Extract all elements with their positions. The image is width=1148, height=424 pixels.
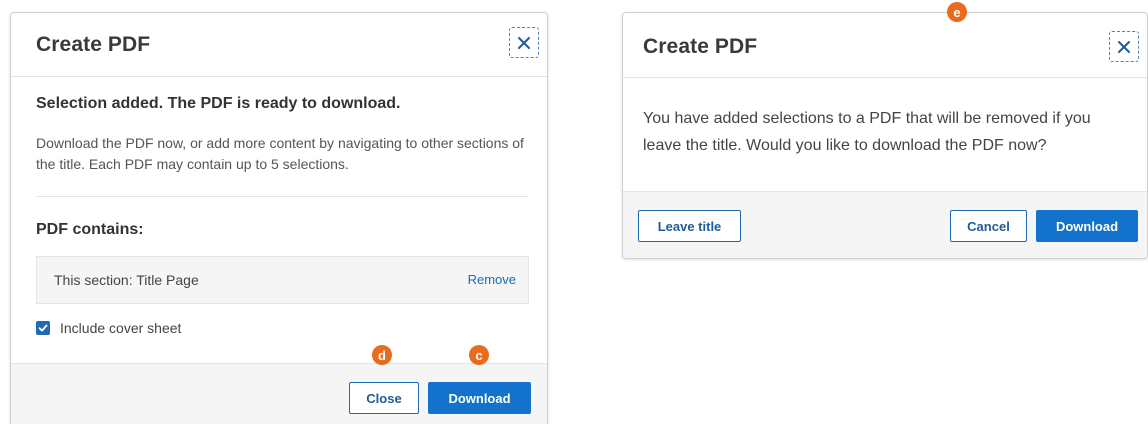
close-button[interactable]: Close: [349, 382, 419, 414]
dialog-title: Create PDF: [36, 33, 151, 56]
close-x-icon: [518, 36, 530, 49]
close-x-icon: [1118, 40, 1130, 53]
download-button[interactable]: Download: [428, 382, 531, 414]
close-dialog-button[interactable]: [509, 27, 539, 58]
leave-warning-message: You have added selections to a PDF that …: [643, 110, 1091, 154]
download-button[interactable]: Download: [1036, 210, 1138, 242]
close-dialog-button[interactable]: [1109, 31, 1139, 62]
dialog-footer: Leave title Cancel Download: [623, 191, 1147, 258]
cover-sheet-option[interactable]: Include cover sheet: [36, 318, 181, 338]
pdf-contains-heading: PDF contains:: [36, 221, 144, 238]
selection-item: This section: Title Page Remove: [36, 256, 529, 304]
dialog-header: Create PDF: [623, 13, 1147, 78]
status-heading: Selection added. The PDF is ready to dow…: [36, 95, 401, 112]
dialog-title: Create PDF: [643, 35, 758, 58]
dialog-footer: Close Download: [11, 363, 547, 424]
create-pdf-dialog: Create PDF Selection added. The PDF is r…: [10, 12, 548, 424]
annotation-marker-c: c: [469, 345, 489, 365]
divider: [36, 196, 529, 197]
dialog-header: Create PDF: [11, 13, 547, 77]
cancel-button[interactable]: Cancel: [950, 210, 1027, 242]
annotation-marker-d: d: [372, 345, 392, 365]
selection-label: This section: Title Page: [54, 272, 199, 288]
remove-selection-link[interactable]: Remove: [468, 272, 516, 287]
cover-sheet-checkbox[interactable]: [36, 321, 50, 335]
annotation-marker-e: e: [947, 2, 967, 22]
dialog-description: Download the PDF now, or add more conten…: [36, 135, 524, 172]
leave-title-dialog: Create PDF You have added selections to …: [622, 12, 1148, 259]
checkmark-icon: [38, 324, 48, 332]
cover-sheet-label: Include cover sheet: [60, 320, 182, 336]
leave-title-button[interactable]: Leave title: [638, 210, 741, 242]
